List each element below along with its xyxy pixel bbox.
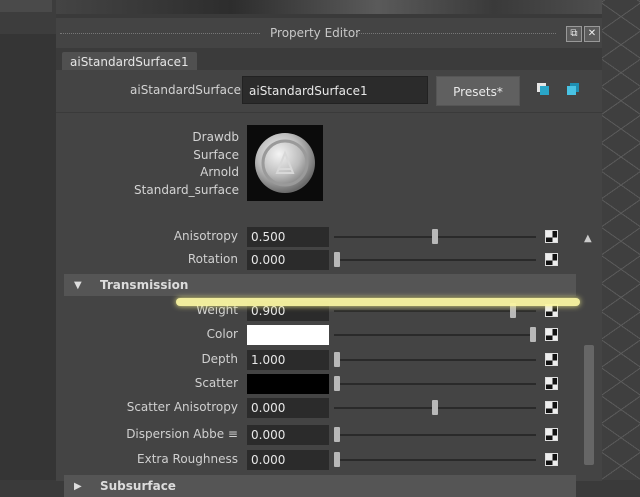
left-panel-edge (0, 0, 52, 12)
attr-row-dispersion-abbe: Dispersion Abbe ≡ 0.000 (56, 425, 586, 445)
titlebar-grip-left (60, 33, 260, 35)
classification-line: Arnold (200, 165, 239, 179)
copy-tab-icon[interactable] (536, 82, 550, 96)
rotation-field[interactable]: 0.000 (247, 250, 329, 270)
viewport-background (56, 0, 640, 14)
viewport-grid (602, 0, 640, 480)
attr-label: Extra Roughness (137, 452, 238, 466)
node-header: aiStandardSurface: aiStandardSurface1 Pr… (56, 70, 602, 112)
rotation-slider-track[interactable] (334, 259, 536, 261)
node-type-label: aiStandardSurface: (130, 83, 246, 97)
section-title: Transmission (100, 278, 189, 292)
color-swatch-field[interactable] (247, 325, 329, 345)
scatter-anisotropy-field[interactable]: 0.000 (247, 398, 329, 418)
attr-label: Rotation (187, 252, 238, 266)
classification-line: Standard_surface (134, 182, 239, 197)
material-swatch[interactable] (247, 125, 323, 201)
attribute-list: Drawdb Surface Arnold Standard_surface A… (56, 112, 602, 497)
highlight-marker (176, 298, 580, 306)
rotation-slider-handle[interactable] (334, 252, 340, 267)
property-editor-panel: Property Editor ⧉ ✕ aiStandardSurface1 a… (56, 18, 602, 497)
close-icon[interactable]: ✕ (584, 26, 600, 42)
dispersion-abbe-slider-handle[interactable] (334, 427, 340, 442)
scroll-up-icon[interactable]: ▲ (584, 233, 592, 244)
float-window-icon[interactable]: ⧉ (566, 26, 582, 42)
attr-label: Dispersion Abbe ≡ (126, 427, 238, 441)
classification-line: Surface (193, 147, 239, 162)
checker-map-icon[interactable] (545, 230, 558, 243)
classification-line: Drawdb (192, 130, 239, 144)
checker-map-icon[interactable] (545, 253, 558, 266)
section-title: Subsurface (100, 479, 176, 493)
checker-map-icon[interactable] (545, 353, 558, 366)
attr-row-color: Color (56, 325, 586, 345)
attr-row-anisotropy: Anisotropy 0.500 (56, 227, 586, 247)
attr-label: Anisotropy (173, 229, 238, 243)
left-panel-body (0, 34, 56, 480)
triangle-down-icon[interactable]: ▼ (74, 280, 82, 291)
attr-label: Scatter (194, 376, 238, 390)
attr-row-depth: Depth 1.000 (56, 350, 586, 370)
scatter-anisotropy-slider-handle[interactable] (432, 400, 438, 415)
titlebar-grip-right (356, 33, 556, 35)
attr-label: Depth (201, 352, 238, 366)
tab-bar: aiStandardSurface1 (56, 48, 602, 72)
color-slider-track[interactable] (334, 334, 536, 336)
left-panel (0, 0, 56, 480)
node-name-field[interactable]: aiStandardSurface1 (242, 76, 428, 104)
node-classification: Drawdb Surface Arnold Standard_surface (56, 129, 239, 199)
attr-label: Scatter Anisotropy (126, 400, 238, 414)
scatter-slider-track[interactable] (334, 383, 536, 385)
anisotropy-field[interactable]: 0.500 (247, 227, 329, 247)
color-slider-handle[interactable] (530, 327, 536, 342)
checker-map-icon[interactable] (545, 328, 558, 341)
attribute-scrollbar[interactable]: ▲ (580, 233, 598, 481)
section-transmission[interactable]: ▼ Transmission (64, 274, 576, 296)
depth-slider-track[interactable] (334, 359, 536, 361)
depth-slider-handle[interactable] (334, 352, 340, 367)
attr-row-scatter: Scatter (56, 374, 586, 394)
extra-roughness-slider-track[interactable] (334, 459, 536, 461)
attr-row-rotation: Rotation 0.000 (56, 250, 586, 270)
material-sphere-icon (255, 133, 315, 193)
show-attributes-icon[interactable] (566, 82, 580, 96)
scatter-slider-handle[interactable] (334, 376, 340, 391)
checker-map-icon[interactable] (545, 401, 558, 414)
panel-titlebar[interactable]: Property Editor ⧉ ✕ (56, 22, 602, 44)
depth-field[interactable]: 1.000 (247, 350, 329, 370)
anisotropy-slider-handle[interactable] (432, 229, 438, 244)
checker-map-icon[interactable] (545, 377, 558, 390)
attr-row-scatter-anisotropy: Scatter Anisotropy 0.000 (56, 398, 586, 418)
triangle-right-icon[interactable]: ▶ (74, 481, 82, 492)
extra-roughness-field[interactable]: 0.000 (247, 450, 329, 470)
scatter-color-field[interactable] (247, 374, 329, 394)
extra-roughness-slider-handle[interactable] (334, 452, 340, 467)
attr-label: Color (206, 327, 238, 341)
section-subsurface[interactable]: ▶ Subsurface (64, 475, 576, 497)
dispersion-abbe-field[interactable]: 0.000 (247, 425, 329, 445)
panel-title: Property Editor (270, 26, 361, 40)
presets-button[interactable]: Presets* (436, 76, 520, 106)
dispersion-abbe-slider-track[interactable] (334, 434, 536, 436)
checker-map-icon[interactable] (545, 453, 558, 466)
checker-map-icon[interactable] (545, 428, 558, 441)
tab-aistandardsurface1[interactable]: aiStandardSurface1 (62, 52, 197, 72)
scrollbar-thumb[interactable] (584, 345, 594, 465)
weight-slider-track[interactable] (334, 310, 536, 312)
attr-row-extra-roughness: Extra Roughness 0.000 (56, 450, 586, 470)
